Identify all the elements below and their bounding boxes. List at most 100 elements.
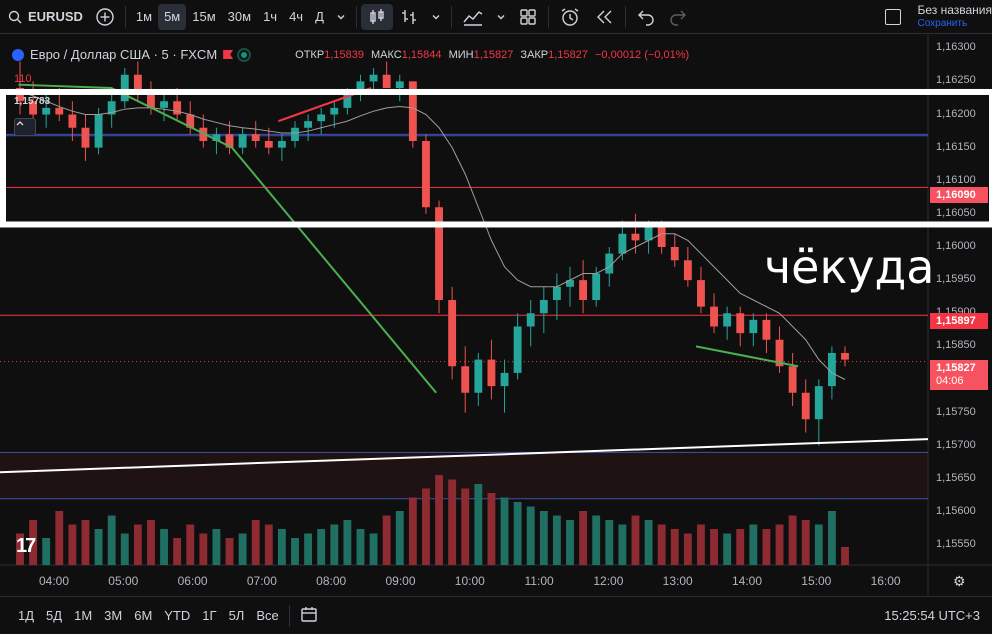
volume-bar [801, 520, 810, 565]
settings-gear-icon[interactable]: ⚙ [953, 573, 966, 590]
series-legend: Евро / Доллар США · 5 · FXCM ОТКР1,15839… [12, 47, 693, 62]
flag-icon[interactable] [223, 50, 234, 59]
indicators-icon [463, 10, 483, 26]
interval-1m[interactable]: 1м [130, 4, 158, 30]
volume-bar [291, 538, 299, 565]
symbol-search[interactable]: EURUSD [0, 4, 89, 30]
tradingview-logo[interactable]: 17 [16, 535, 36, 558]
candle-body [657, 227, 666, 247]
volume-bar [605, 520, 614, 565]
time-tick-label: 10:00 [454, 574, 485, 588]
candle-body [120, 74, 129, 102]
volume-bar [343, 520, 352, 565]
interval-1d[interactable]: Д [309, 4, 330, 30]
grid-layout-icon [520, 8, 536, 25]
goto-date-button[interactable] [294, 605, 324, 626]
interval-dropdown[interactable] [330, 4, 352, 30]
low-label: МИН [448, 48, 474, 61]
chart-type-dropdown[interactable] [425, 4, 447, 30]
clock[interactable]: 15:25:54 UTC+3 [884, 608, 980, 623]
candle-body [448, 300, 457, 367]
save-layout[interactable]: Без названия Сохранить [885, 0, 992, 34]
divider [355, 5, 357, 28]
volume-bar [579, 511, 588, 565]
search-icon [8, 10, 22, 23]
save-link[interactable]: Сохранить [917, 17, 992, 30]
volume-bar [552, 515, 561, 565]
close-value: 1,15827 [548, 48, 588, 61]
series-title[interactable]: Евро / Доллар США · 5 · FXCM [30, 47, 217, 62]
price-tick-label: 1,15750 [936, 405, 976, 418]
range-ytd[interactable]: YTD [158, 608, 196, 623]
candle-body [487, 359, 496, 387]
volume-bar [120, 533, 129, 565]
candle-body [55, 107, 64, 115]
candle-body [841, 353, 849, 360]
volume-bar [422, 488, 430, 565]
time-tick-label: 06:00 [177, 574, 208, 588]
candle-body [160, 101, 168, 108]
range-3m[interactable]: 3М [98, 608, 128, 623]
compare-button[interactable] [89, 4, 121, 30]
range-all[interactable]: Все [250, 608, 284, 623]
candle-body [81, 127, 90, 148]
candle-body [539, 300, 548, 314]
collapse-legend-button[interactable] [14, 118, 36, 136]
interval-4h[interactable]: 4ч [283, 4, 309, 30]
candle-body [723, 313, 732, 327]
time-tick-label: 04:00 [38, 574, 70, 588]
undo-button[interactable] [630, 4, 662, 30]
bar-type-button[interactable] [393, 4, 425, 30]
candle-body [304, 121, 313, 128]
candle-body [683, 260, 692, 281]
open-label: ОТКР [295, 48, 325, 61]
interval-5m[interactable]: 5м [158, 3, 187, 30]
volume-bar [566, 520, 574, 565]
range-1m[interactable]: 1М [68, 608, 98, 623]
time-tick-label: 16:00 [870, 574, 901, 588]
candles-button[interactable] [360, 3, 393, 30]
volume-bar [160, 529, 168, 565]
volume-bar [330, 524, 339, 565]
chart-pane[interactable]: Евро / Доллар США · 5 · FXCM ОТКР1,15839… [0, 35, 992, 595]
redo-button[interactable] [662, 4, 694, 30]
candle-body [762, 319, 771, 340]
volume-bar [304, 533, 313, 565]
market-status-icon [239, 49, 250, 60]
candle-body [749, 319, 758, 334]
interval-1h[interactable]: 1ч [257, 4, 283, 30]
layout-title: Без названия [917, 3, 992, 17]
price-chart[interactable] [0, 35, 992, 595]
range-5y[interactable]: 5Л [223, 608, 251, 623]
candle-body [369, 74, 378, 82]
candle-body [736, 313, 745, 334]
volume-bar [474, 484, 483, 565]
price-tick-label: 1,15650 [936, 471, 976, 484]
indicators-button[interactable] [456, 4, 490, 30]
range-5d[interactable]: 5Д [40, 608, 68, 623]
candle-body [814, 386, 823, 420]
interval-15m[interactable]: 15м [186, 4, 221, 30]
volume-bar [238, 533, 247, 565]
trend-line [18, 83, 437, 394]
symbol-label: EURUSD [28, 9, 83, 24]
indicators-dropdown[interactable] [490, 4, 512, 30]
range-1y[interactable]: 1Г [196, 608, 222, 623]
layout-button[interactable] [512, 4, 544, 30]
candle-body [173, 101, 182, 115]
candle-body [801, 392, 810, 420]
range-1d[interactable]: 1Д [12, 608, 40, 623]
volume-bar [683, 533, 692, 565]
interval-30m[interactable]: 30м [222, 4, 257, 30]
time-tick-label: 08:00 [316, 574, 347, 588]
layout-checkbox[interactable] [885, 9, 902, 25]
time-tick-label: 13:00 [662, 574, 693, 588]
alert-button[interactable] [553, 4, 587, 30]
range-6m[interactable]: 6М [128, 608, 158, 623]
replay-button[interactable] [587, 4, 621, 30]
volume-label: 110 [14, 73, 32, 85]
candle-body [277, 141, 286, 148]
chart-annotation-text[interactable]: чёкуда [764, 240, 934, 294]
volume-bar [513, 502, 522, 565]
price-tick-label: 1,16150 [936, 140, 976, 153]
